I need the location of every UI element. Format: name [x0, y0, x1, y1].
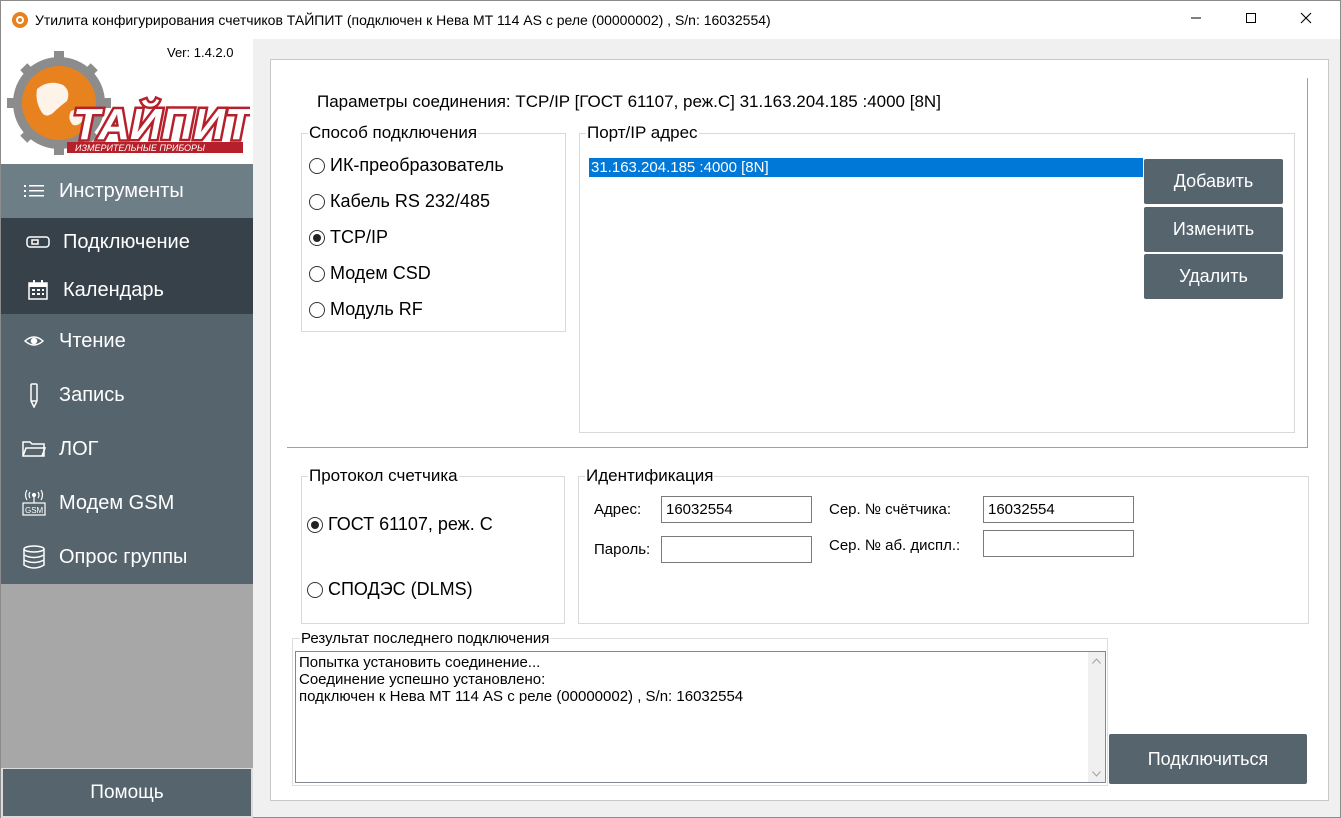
logo-text: ТАЙПИТ [73, 98, 250, 149]
list-icon [19, 179, 49, 203]
radio-button[interactable] [309, 265, 325, 282]
app-logo-icon [11, 11, 29, 29]
edit-button[interactable]: Изменить [1144, 207, 1283, 252]
group-title: Протокол счетчика [308, 466, 459, 486]
connection-panel: Параметры соединения: TCP/IP [ГОСТ 61107… [270, 59, 1329, 801]
window-title: Утилита конфигурирования счетчиков ТАЙПИ… [35, 12, 771, 28]
radio-gost-61107[interactable]: ГОСТ 61107, реж. С [307, 514, 493, 535]
address-field[interactable]: 16032554 [661, 496, 812, 523]
sidebar-item-label: Запись [59, 383, 125, 406]
database-icon [19, 545, 49, 569]
sidebar-item-label: Модем GSM [59, 491, 175, 514]
sidebar-item-read[interactable]: Чтение [1, 314, 253, 368]
minimize-button[interactable] [1169, 1, 1223, 39]
sidebar-item-label: Календарь [63, 278, 164, 301]
app-window: Утилита конфигурирования счетчиков ТАЙПИ… [0, 0, 1341, 818]
connect-button[interactable]: Подключиться [1109, 734, 1307, 784]
sidebar-item-label: Чтение [59, 329, 126, 352]
sidebar-item-log[interactable]: ЛОГ [1, 422, 253, 476]
radio-modem-csd[interactable]: Модем CSD [309, 263, 431, 284]
sidebar-spacer [1, 584, 253, 768]
divider [1307, 78, 1308, 447]
connector-icon [23, 230, 53, 254]
radio-label: ИК-преобразователь [330, 155, 504, 175]
title-bar[interactable]: Утилита конфигурирования счетчиков ТАЙПИ… [1, 1, 1340, 39]
sidebar-item-label: Инструменты [59, 179, 184, 202]
company-logo: ТАЙПИТ ИЗМЕРИТЕЛЬНЫЕ ПРИБОРЫ [7, 51, 250, 155]
radio-button[interactable] [309, 229, 325, 246]
sidebar-item-label: Опрос группы [59, 545, 188, 568]
result-text: Попытка установить соединение... Соединен… [299, 654, 743, 705]
radio-tcp-ip[interactable]: TCP/IP [309, 227, 388, 248]
close-button[interactable] [1279, 1, 1333, 39]
help-button[interactable]: Помощь [3, 769, 251, 816]
display-serial-label: Сер. № аб. диспл.: [829, 537, 961, 554]
meter-protocol-group: Протокол счетчика ГОСТ 61107, реж. С СПО… [301, 466, 565, 624]
connection-params-label: Параметры соединения: TCP/IP [ГОСТ 61107… [317, 92, 941, 111]
sidebar-item-write[interactable]: Запись [1, 368, 253, 422]
radio-button[interactable] [309, 157, 325, 174]
eye-icon [19, 329, 49, 353]
sidebar-item-tools[interactable]: Инструменты [1, 164, 253, 218]
radio-label: Модуль RF [330, 299, 423, 319]
result-line: подключен к Нева МТ 114 AS с реле (00000… [299, 688, 744, 705]
maximize-button[interactable] [1224, 1, 1278, 39]
identification-group: Идентификация Адрес: 16032554 Пароль: Се… [578, 466, 1309, 624]
meter-serial-label: Сер. № счётчика: [829, 501, 952, 518]
group-title: Способ подключения [308, 123, 479, 143]
radio-label: Модем CSD [330, 263, 431, 283]
radio-rf-module[interactable]: Модуль RF [309, 299, 423, 320]
calendar-icon [23, 278, 53, 302]
delete-button[interactable]: Удалить [1144, 254, 1283, 299]
last-connection-result-group: Результат последнего подключения Попытка… [292, 630, 1108, 786]
radio-label: ГОСТ 61107, реж. С [328, 514, 493, 534]
list-item[interactable]: 31.163.204.185 :4000 [8N] [589, 158, 1143, 177]
radio-button[interactable] [307, 581, 323, 598]
meter-serial-field[interactable]: 16032554 [983, 496, 1134, 523]
password-label: Пароль: [594, 541, 651, 558]
connection-method-group: Способ подключения ИК-преобразователь Ка… [301, 123, 566, 332]
result-line: Соединение успешно установлено: [299, 671, 546, 688]
sidebar-item-label: ЛОГ [59, 437, 99, 460]
address-label: Адрес: [594, 501, 642, 518]
password-field[interactable] [661, 536, 812, 563]
radio-ir-converter[interactable]: ИК-преобразователь [309, 155, 504, 176]
scroll-up-icon[interactable] [1088, 652, 1105, 669]
svg-text:GSM: GSM [25, 506, 44, 515]
vertical-scrollbar[interactable] [1088, 652, 1105, 782]
close-icon [1300, 11, 1312, 29]
pencil-icon [19, 383, 49, 408]
sidebar: Ver: 1.4.2.0 ТАЙПИТ ИЗМЕРИТЕЛЬНЫЕ ПРИБОР… [1, 39, 253, 818]
radio-label: СПОДЭС (DLMS) [328, 579, 473, 599]
group-title: Идентификация [585, 466, 715, 486]
sidebar-item-calendar[interactable]: Календарь [1, 266, 253, 314]
scroll-down-icon[interactable] [1088, 765, 1105, 782]
add-button[interactable]: Добавить [1144, 159, 1283, 204]
group-title: Результат последнего подключения [300, 630, 551, 647]
logo-area: Ver: 1.4.2.0 ТАЙПИТ ИЗМЕРИТЕЛЬНЫЕ ПРИБОР… [1, 39, 253, 164]
radio-label: TCP/IP [330, 227, 389, 247]
minimize-icon [1190, 11, 1202, 29]
radio-button[interactable] [307, 516, 323, 533]
maximize-icon [1245, 11, 1257, 29]
result-textarea[interactable]: Попытка установить соединение... Соединен… [295, 651, 1106, 783]
port-ip-group: Порт/IP адрес 31.163.204.185 :4000 [8N] … [579, 123, 1295, 433]
radio-button[interactable] [309, 193, 325, 210]
display-serial-field[interactable] [983, 530, 1134, 557]
sidebar-item-label: Подключение [63, 230, 190, 253]
sidebar-item-group-poll[interactable]: Опрос группы [1, 530, 253, 584]
divider [287, 447, 1308, 448]
radio-spodes-dlms[interactable]: СПОДЭС (DLMS) [307, 579, 473, 600]
radio-label: Кабель RS 232/485 [330, 191, 490, 211]
gsm-icon: GSM [19, 489, 49, 516]
folder-icon [19, 437, 49, 461]
logo-subtext: ИЗМЕРИТЕЛЬНЫЕ ПРИБОРЫ [75, 143, 205, 153]
radio-button[interactable] [309, 301, 325, 318]
result-line: Попытка установить соединение... [299, 654, 541, 671]
sidebar-item-gsm-modem[interactable]: GSM Модем GSM [1, 476, 253, 530]
group-title: Порт/IP адрес [586, 123, 699, 143]
sidebar-item-connection[interactable]: Подключение [1, 218, 253, 266]
ip-address-list[interactable]: 31.163.204.185 :4000 [8N] [589, 158, 1143, 177]
radio-rs-cable[interactable]: Кабель RS 232/485 [309, 191, 490, 212]
